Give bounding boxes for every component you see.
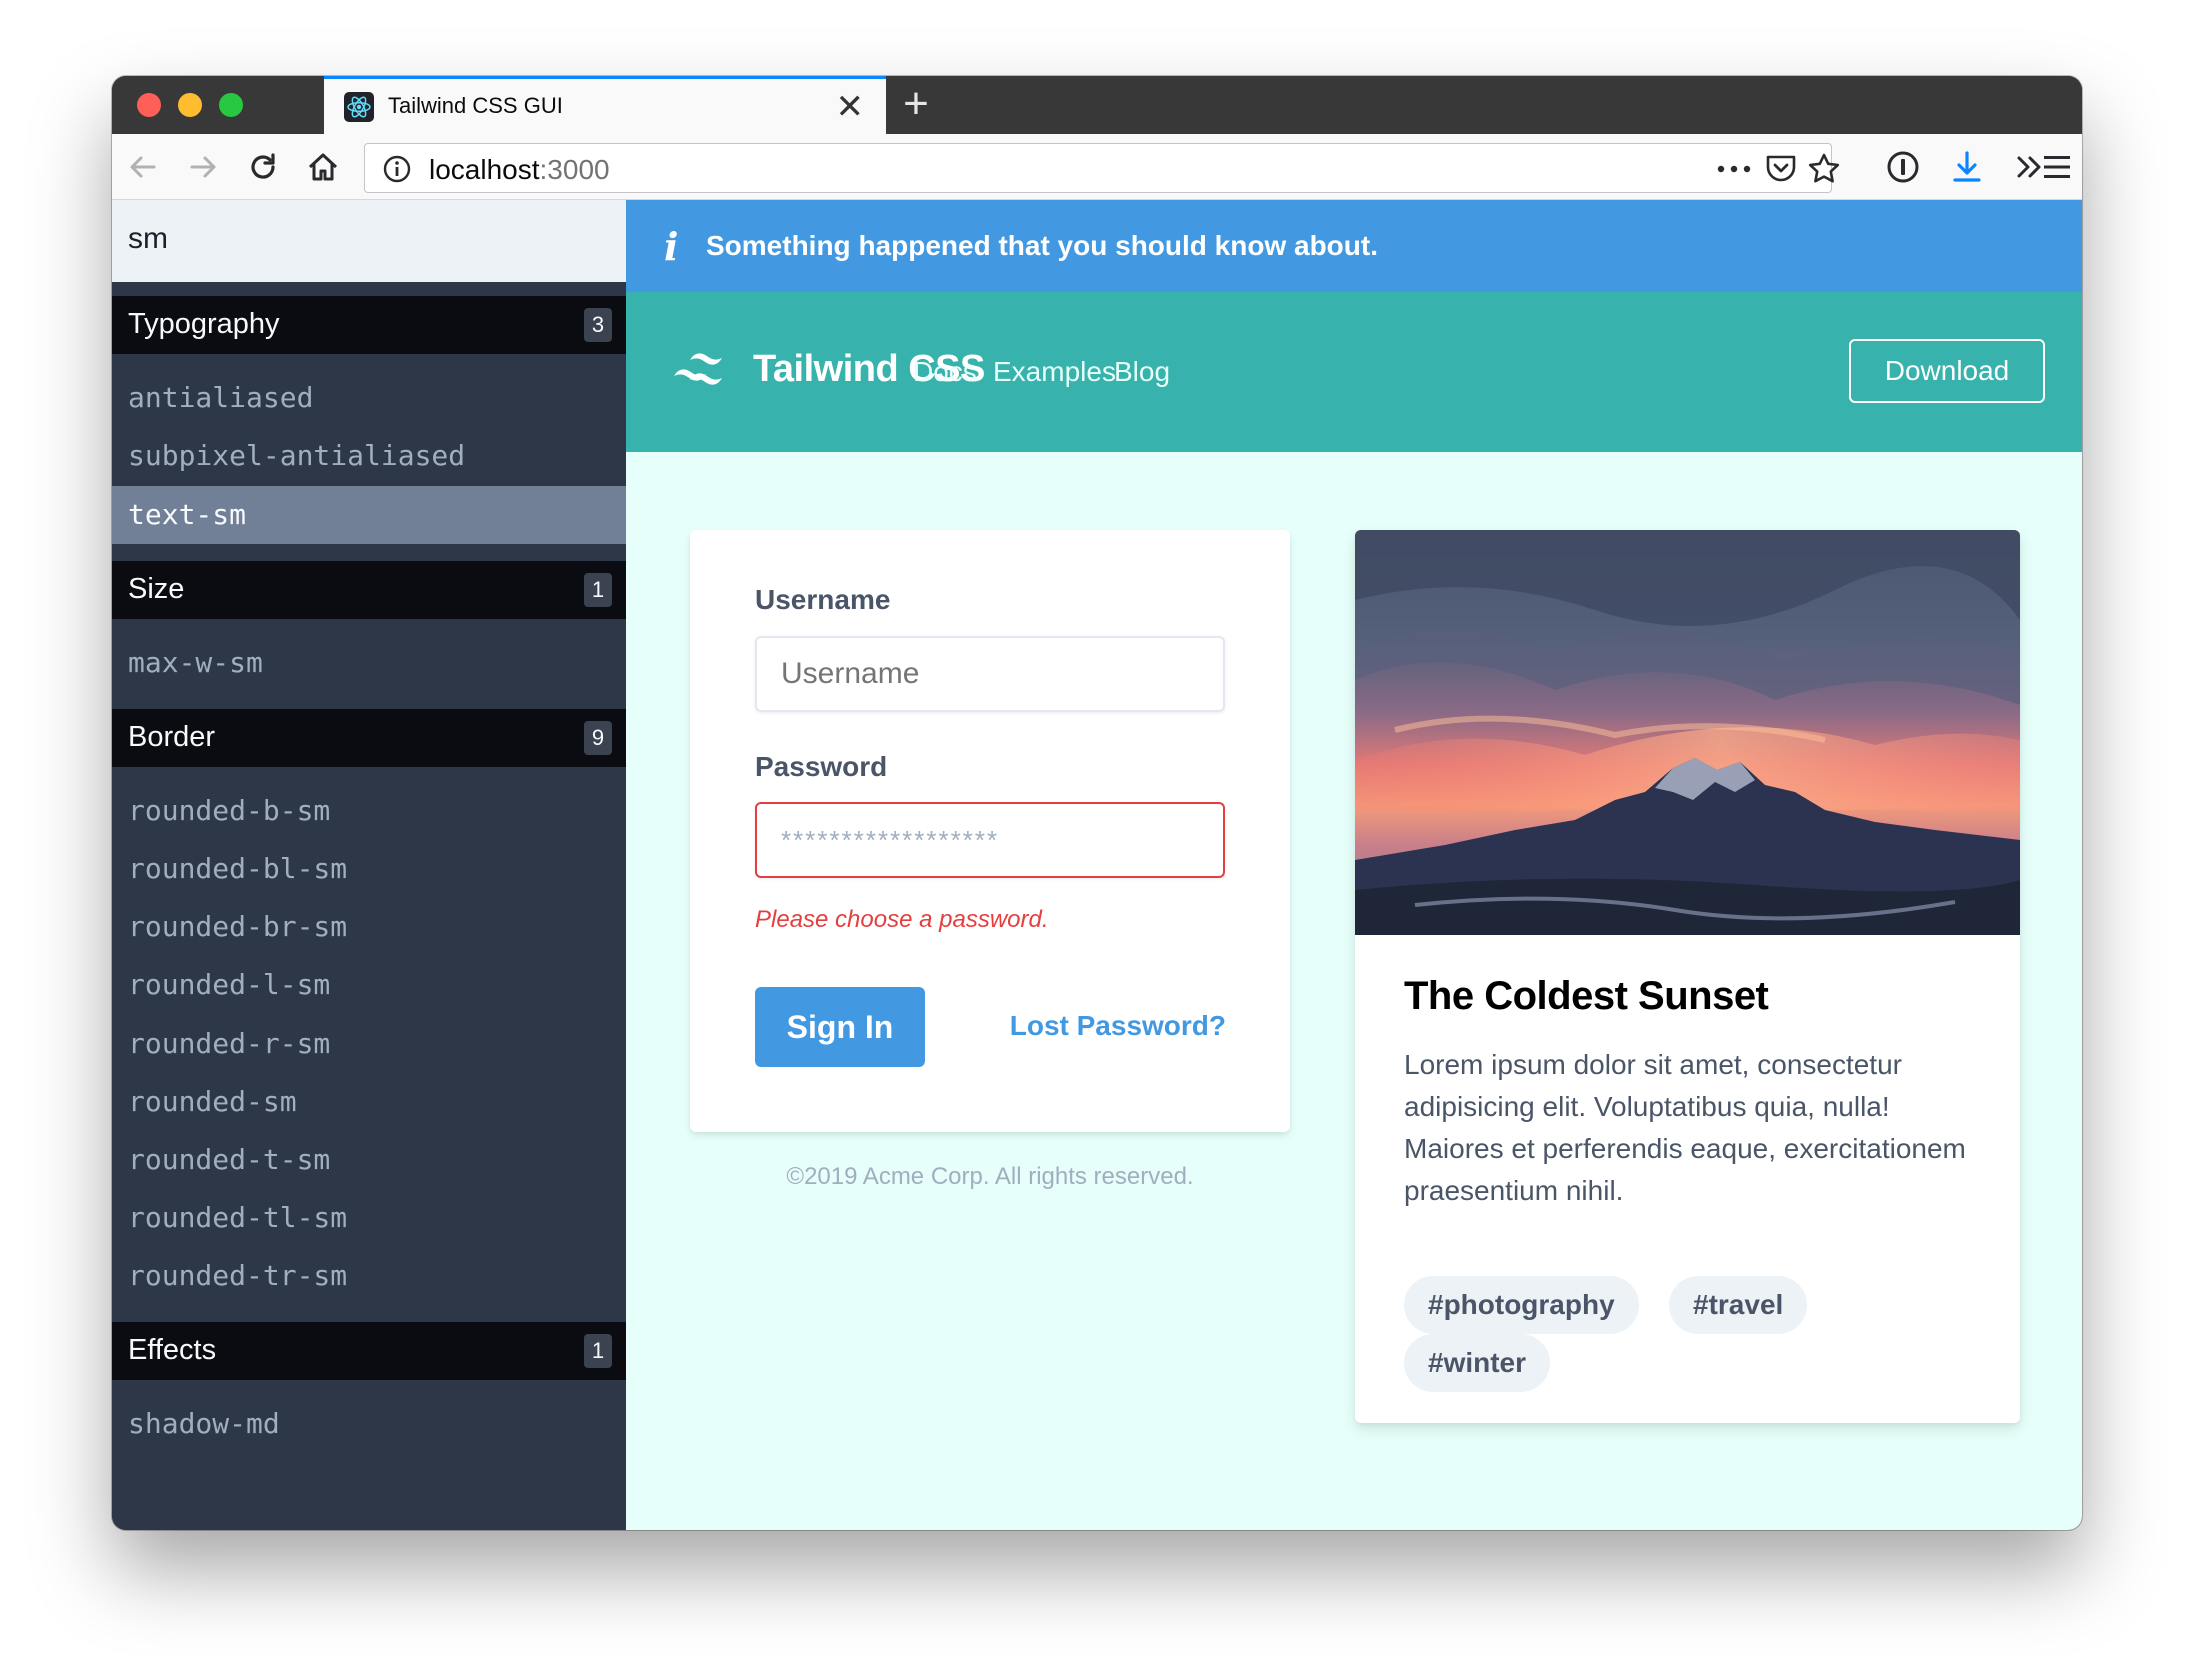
url-bar[interactable]: localhost:3000 [364, 143, 1840, 193]
minimize-window-button[interactable] [178, 93, 202, 117]
reload-icon [251, 153, 275, 179]
back-button[interactable] [122, 146, 164, 188]
react-atom-icon [344, 92, 374, 122]
group-title: Border [128, 721, 216, 753]
nav-link-docs[interactable]: Docs [913, 356, 977, 388]
tailwind-logo-icon[interactable] [674, 352, 738, 392]
utility-item[interactable]: rounded-br-sm [112, 898, 626, 956]
utility-item[interactable]: subpixel-antialiased [112, 427, 626, 485]
count-badge: 9 [584, 721, 612, 755]
chevrons-right-icon [2017, 156, 2041, 178]
hamburger-menu-icon[interactable] [2044, 155, 2070, 179]
utility-item[interactable]: rounded-r-sm [112, 1015, 626, 1073]
pocket-icon[interactable] [1765, 154, 1797, 184]
group-title: Typography [128, 308, 280, 340]
tab-bar: Tailwind CSS GUI ✕ + [112, 76, 2082, 134]
tag-photography[interactable]: #photography [1404, 1276, 1639, 1334]
reload-button[interactable] [242, 146, 284, 188]
maximize-window-button[interactable] [219, 93, 243, 117]
home-button[interactable] [302, 146, 344, 188]
more-actions-icon[interactable] [1717, 165, 1751, 173]
sign-in-button[interactable]: Sign In [755, 987, 925, 1067]
password-error: Please choose a password. [755, 906, 1049, 933]
browser-window: Tailwind CSS GUI ✕ + localhost:3000 sm T… [112, 76, 2082, 1530]
card-body: Lorem ipsum dolor sit amet, consectetur … [1404, 1049, 1966, 1206]
tag-winter[interactable]: #winter [1404, 1334, 1551, 1392]
home-icon [308, 153, 338, 181]
tab-title: Tailwind CSS GUI [388, 93, 563, 118]
tag-travel[interactable]: #travel [1669, 1276, 1808, 1334]
copyright-text: ©2019 Acme Corp. All rights reserved. [786, 1163, 1194, 1190]
utility-item[interactable]: rounded-tl-sm [112, 1189, 626, 1247]
tab-close-icon[interactable]: ✕ [836, 87, 865, 127]
card-title: The Coldest Sunset [1404, 974, 1769, 1018]
group-title: Size [128, 573, 185, 605]
nav-link-examples[interactable]: Examples [993, 356, 1116, 388]
group-title: Effects [128, 1334, 217, 1366]
utility-item[interactable]: max-w-sm [112, 634, 626, 692]
download-arrow-icon [1953, 151, 1981, 182]
extension-info-icon [1887, 151, 1919, 183]
nav-link-blog[interactable]: Blog [1114, 356, 1170, 388]
utility-item[interactable]: rounded-t-sm [112, 1131, 626, 1189]
extension-button[interactable] [1882, 146, 1924, 188]
mountain-sunset-image [1355, 530, 2020, 935]
login-form: Username Password ****************** Ple… [690, 530, 1290, 1132]
arrow-right-icon [190, 156, 216, 178]
utility-item[interactable]: rounded-bl-sm [112, 840, 626, 898]
group-header-effects[interactable]: Effects 1 [112, 1322, 626, 1380]
alert-text: Something happened that you should know … [706, 230, 1378, 261]
count-badge: 1 [584, 573, 612, 607]
group-header-border[interactable]: Border 9 [112, 709, 626, 767]
info-circle-icon[interactable] [383, 155, 411, 183]
preview-pane: i Something happened that you should kno… [626, 200, 2082, 1530]
username-label: Username [755, 584, 891, 615]
utility-item[interactable]: rounded-l-sm [112, 956, 626, 1014]
site-header: Tailwind CSS Docs Examples Blog Download [626, 292, 2082, 452]
utility-item-active[interactable]: text-sm [112, 486, 626, 544]
password-input[interactable]: ****************** [755, 802, 1225, 878]
sidebar: sm Typography 3 antialiased subpixel-ant… [112, 200, 626, 1530]
count-badge: 1 [584, 1334, 612, 1368]
group-header-size[interactable]: Size 1 [112, 561, 626, 619]
utility-item[interactable]: shadow-md [112, 1395, 626, 1453]
utility-item[interactable]: rounded-sm [112, 1073, 626, 1131]
new-tab-button[interactable]: + [887, 76, 945, 134]
arrow-left-icon [130, 156, 156, 178]
utility-item[interactable]: antialiased [112, 369, 626, 427]
utility-item[interactable]: rounded-b-sm [112, 782, 626, 840]
lost-password-link[interactable]: Lost Password? [1010, 1010, 1226, 1042]
url-text: localhost:3000 [429, 154, 610, 186]
group-header-typography[interactable]: Typography 3 [112, 296, 626, 354]
count-badge: 3 [584, 308, 612, 342]
content-card: The Coldest Sunset Lorem ipsum dolor sit… [1355, 530, 2020, 1423]
bookmark-star-icon[interactable] [1807, 152, 1841, 186]
downloads-button[interactable] [1946, 146, 1988, 188]
password-label: Password [755, 751, 888, 782]
navigation-toolbar: localhost:3000 [112, 134, 2082, 200]
search-input[interactable]: sm [112, 200, 626, 282]
close-window-button[interactable] [137, 93, 161, 117]
forward-button[interactable] [182, 146, 224, 188]
utility-item[interactable]: rounded-tr-sm [112, 1247, 626, 1305]
url-host: localhost [429, 154, 540, 185]
info-icon: i [664, 224, 679, 269]
tab-tailwind-gui[interactable]: Tailwind CSS GUI ✕ [324, 76, 886, 134]
download-button[interactable]: Download [1849, 339, 2045, 403]
info-alert: i Something happened that you should kno… [626, 200, 2082, 292]
url-port: :3000 [539, 154, 610, 185]
app-menu-button[interactable] [2068, 146, 2082, 188]
username-input[interactable] [755, 636, 1225, 712]
